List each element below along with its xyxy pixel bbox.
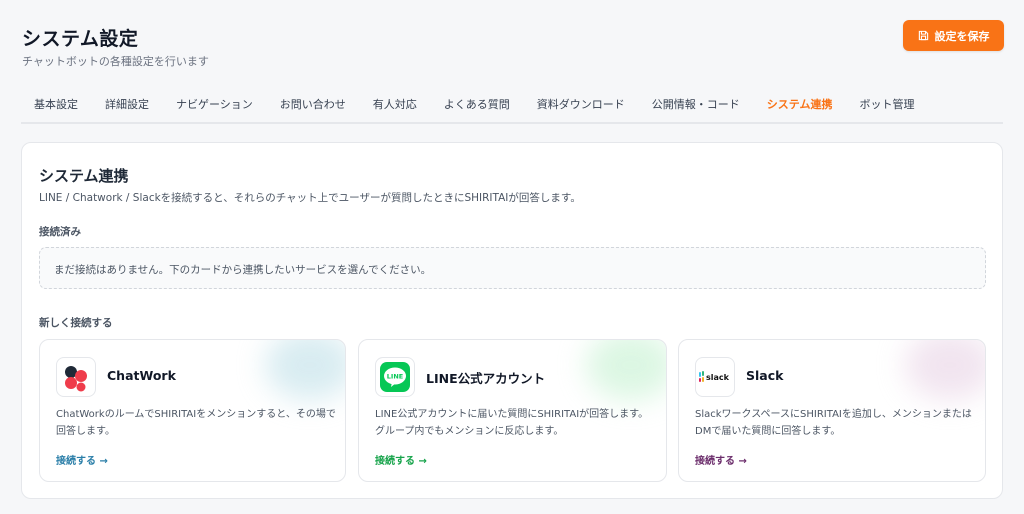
tab-advanced[interactable]: 詳細設定	[92, 90, 163, 122]
tab-live-support[interactable]: 有人対応	[360, 90, 431, 122]
service-description: SlackワークスペースにSHIRITAIを追加し、メンションまたはDMで届いた…	[695, 409, 972, 437]
svg-text:LINE: LINE	[387, 373, 403, 381]
integrations-card: システム連携 LINE / Chatwork / Slackを接続すると、それら…	[21, 142, 1003, 499]
card-glow	[905, 340, 985, 400]
service-card-line[interactable]: LINE LINE公式アカウント LINE公式アカウントに届いた質問にSHIRI…	[358, 339, 667, 482]
service-name: LINE公式アカウント	[426, 371, 546, 386]
connected-label: 接続済み	[39, 226, 81, 238]
tab-navigation[interactable]: ナビゲーション	[163, 90, 267, 122]
card-glow	[586, 340, 666, 400]
page-subtitle: チャットボットの各種設定を行います	[22, 55, 209, 68]
connect-chatwork-link[interactable]: 接続する →	[56, 452, 108, 467]
service-card-chatwork[interactable]: ChatWork ChatWorkのルームでSHIRITAIをメンションすると、…	[39, 339, 346, 482]
tab-basic[interactable]: 基本設定	[21, 90, 92, 122]
save-settings-button[interactable]: 設定を保存	[903, 20, 1004, 51]
tab-bot-management[interactable]: ボット管理	[846, 90, 928, 122]
tab-integrations[interactable]: システム連携	[754, 90, 847, 122]
save-icon	[918, 30, 928, 41]
section-title: システム連携	[39, 167, 129, 185]
card-glow	[265, 340, 345, 400]
page-title: システム設定	[22, 28, 139, 50]
chatwork-logo-icon	[56, 357, 96, 397]
slack-logo-icon: slack	[695, 357, 735, 397]
connected-empty-state: まだ接続はありません。下のカードから連携したいサービスを選んでください。	[39, 247, 986, 289]
service-name: Slack	[746, 368, 784, 383]
svg-text:slack: slack	[706, 373, 730, 382]
line-logo-icon: LINE	[375, 357, 415, 397]
system-settings-page: システム設定 チャットボットの各種設定を行います 設定を保存 基本設定 詳細設定…	[0, 0, 1024, 514]
tab-downloads[interactable]: 資料ダウンロード	[524, 90, 639, 122]
tab-contact[interactable]: お問い合わせ	[267, 90, 360, 122]
save-button-label: 設定を保存	[934, 29, 990, 43]
tab-faq[interactable]: よくある質問	[431, 90, 524, 122]
section-description: LINE / Chatwork / Slackを接続すると、それらのチャット上で…	[39, 192, 581, 204]
settings-tabs: 基本設定 詳細設定 ナビゲーション お問い合わせ 有人対応 よくある質問 資料ダ…	[21, 90, 1003, 124]
service-description: ChatWorkのルームでSHIRITAIをメンションすると、その場で回答します…	[56, 409, 336, 437]
tab-public-code[interactable]: 公開情報・コード	[639, 90, 754, 122]
new-connection-label: 新しく接続する	[39, 317, 113, 329]
service-description: LINE公式アカウントに届いた質問にSHIRITAIが回答します。グループ内でも…	[375, 409, 649, 437]
connect-slack-link[interactable]: 接続する →	[695, 452, 747, 467]
connect-line-link[interactable]: 接続する →	[375, 452, 427, 467]
service-name: ChatWork	[107, 368, 176, 383]
service-card-slack[interactable]: slack Slack SlackワークスペースにSHIRITAIを追加し、メン…	[678, 339, 986, 482]
